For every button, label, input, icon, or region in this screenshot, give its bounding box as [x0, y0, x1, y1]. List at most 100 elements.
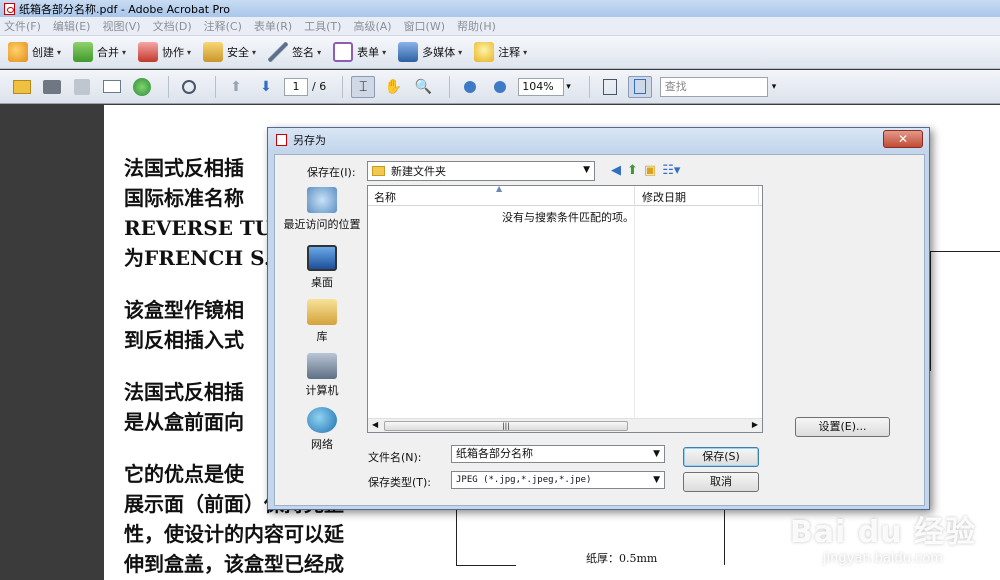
filename-input[interactable]: 纸箱各部分名称 ▼	[451, 445, 665, 463]
watermark-url: jingyan.baidu.com	[822, 551, 943, 566]
sign-button[interactable]: 签名 ▾	[268, 42, 321, 62]
chevron-down-icon: ▾	[458, 47, 463, 57]
fit-page-icon	[633, 79, 646, 94]
place-label: 桌面	[311, 276, 333, 289]
save-as-dialog: 另存为 ✕ 保存在(I): 新建文件夹 ▼ ◀ ⬆ ▣ ☷▾ 最近访问的位置 桌…	[267, 127, 930, 510]
menu-document[interactable]: 文档(D)	[153, 18, 192, 34]
cursor-icon: ⌶	[359, 78, 368, 95]
chevron-down-icon: ▾	[187, 47, 192, 57]
select-tool-button[interactable]: ⌶	[351, 75, 376, 98]
next-page-button[interactable]: ⬇	[254, 76, 278, 98]
library-icon	[307, 299, 337, 325]
chevron-down-icon: ▾	[122, 47, 127, 57]
up-folder-icon[interactable]: ⬆	[627, 163, 638, 178]
lock-icon	[203, 42, 224, 62]
fit-page-button[interactable]	[627, 75, 652, 98]
menu-comments[interactable]: 注释(C)	[204, 18, 242, 34]
page-count: / 6	[312, 80, 327, 93]
scroll-left-icon[interactable]: ◀	[372, 420, 378, 429]
save-button[interactable]	[70, 76, 94, 98]
filetype-select[interactable]: JPEG (*.jpg,*.jpeg,*.jpe) ▼	[451, 471, 665, 489]
computer-icon	[307, 353, 337, 379]
menu-edit[interactable]: 编辑(E)	[53, 18, 91, 34]
scrolling-mode-button[interactable]	[598, 76, 622, 98]
find-dropdown-icon[interactable]: ▾	[772, 82, 777, 92]
column-name[interactable]: 名称	[374, 189, 396, 205]
place-libraries[interactable]: 库	[279, 299, 365, 344]
arrow-up-icon: ⬆	[230, 78, 242, 95]
column-date-modified[interactable]: 修改日期	[642, 189, 686, 205]
collaborate-icon	[138, 42, 159, 62]
collaborate-label: 协作	[162, 46, 185, 59]
scroll-pages-icon	[602, 78, 617, 95]
place-desktop[interactable]: 桌面	[279, 245, 365, 290]
back-icon[interactable]: ◀	[611, 163, 621, 178]
zoom-level-input[interactable]: 104%	[518, 77, 565, 96]
place-label: 计算机	[305, 384, 339, 397]
chevron-down-icon: ▼	[583, 165, 590, 175]
file-list[interactable]: 名称 ▲ 修改日期 没有与搜索条件匹配的项。 ◀ ||| ▶	[367, 184, 763, 433]
menu-tools[interactable]: 工具(T)	[304, 18, 341, 34]
place-computer[interactable]: 计算机	[279, 353, 365, 398]
watermark-logo-text: Bai du 经验	[789, 515, 976, 550]
secure-button[interactable]: 安全 ▾	[203, 42, 256, 62]
menu-forms[interactable]: 表单(R)	[254, 18, 292, 34]
comment-button[interactable]: 注释 ▾	[474, 42, 527, 62]
combine-button[interactable]: 合并 ▾	[73, 42, 126, 62]
multimedia-button[interactable]: 多媒体 ▾	[398, 42, 462, 62]
text-line: 伸到盒盖，该盒型已经成	[124, 552, 344, 576]
chevron-down-icon: ▼	[653, 449, 660, 459]
place-recent[interactable]: 最近访问的位置	[279, 187, 365, 232]
text-line: 性，使设计的内容可以延	[124, 522, 344, 546]
page-number-input[interactable]: 1	[284, 77, 308, 96]
dialog-title-bar: 另存为	[268, 128, 929, 152]
menu-advanced[interactable]: 高级(A)	[353, 18, 391, 34]
place-network[interactable]: 网络	[279, 407, 365, 452]
settings-button[interactable]: 设置(E)...	[795, 417, 890, 437]
settings-button[interactable]	[177, 76, 201, 98]
save-dialog-button[interactable]: 保存(S)	[683, 447, 759, 467]
scroll-right-icon[interactable]: ▶	[752, 420, 758, 429]
chevron-down-icon: ▾	[317, 47, 322, 57]
caption-text: 纸厚：0.5mm	[586, 552, 658, 565]
find-input[interactable]: 查找	[659, 76, 768, 97]
sort-ascending-icon: ▲	[496, 184, 503, 193]
create-label: 创建	[32, 46, 54, 59]
form-icon	[333, 42, 354, 62]
scrollbar-thumb[interactable]: |||	[384, 421, 628, 431]
menu-help[interactable]: 帮助(H)	[457, 18, 496, 34]
zoom-in-button[interactable]	[488, 76, 512, 98]
close-button[interactable]: ✕	[883, 130, 923, 148]
collaborate-button[interactable]: 协作 ▾	[138, 42, 191, 62]
dialog-title: 另存为	[293, 134, 326, 147]
previous-page-button[interactable]: ⬆	[224, 76, 248, 98]
create-button[interactable]: 创建 ▾	[8, 42, 61, 62]
toolbar-separator	[215, 75, 216, 98]
marquee-zoom-button[interactable]: 🔍	[411, 76, 435, 98]
horizontal-scrollbar[interactable]: ◀ ||| ▶	[368, 418, 762, 432]
upload-button[interactable]	[130, 76, 154, 98]
chevron-down-icon: ▾	[523, 47, 528, 57]
dieline	[930, 251, 1000, 252]
disk-icon	[74, 78, 90, 95]
open-folder-button[interactable]	[10, 76, 34, 98]
dieline	[724, 505, 725, 565]
menu-file[interactable]: 文件(F)	[4, 18, 41, 34]
chevron-down-icon: ▾	[252, 47, 257, 57]
save-in-dropdown[interactable]: 新建文件夹 ▼	[367, 161, 595, 181]
gear-icon	[182, 79, 196, 94]
hand-tool-button[interactable]: ✋	[381, 76, 405, 98]
navigation-pane	[0, 105, 104, 580]
print-button[interactable]	[40, 76, 64, 98]
email-button[interactable]	[100, 76, 124, 98]
menu-window[interactable]: 窗口(W)	[404, 18, 445, 34]
new-folder-icon[interactable]: ▣	[644, 163, 656, 178]
zoom-dropdown-icon[interactable]: ▾	[566, 82, 571, 92]
menu-view[interactable]: 视图(V)	[102, 18, 140, 34]
pen-icon	[268, 42, 289, 62]
view-menu-icon[interactable]: ☷▾	[662, 163, 680, 178]
forms-button[interactable]: 表单 ▾	[333, 42, 386, 62]
zoom-out-button[interactable]	[458, 76, 482, 98]
baidu-jingyan-watermark: Bai du 经验 jingyan.baidu.com	[790, 507, 976, 566]
cancel-button[interactable]: 取消	[683, 472, 759, 492]
